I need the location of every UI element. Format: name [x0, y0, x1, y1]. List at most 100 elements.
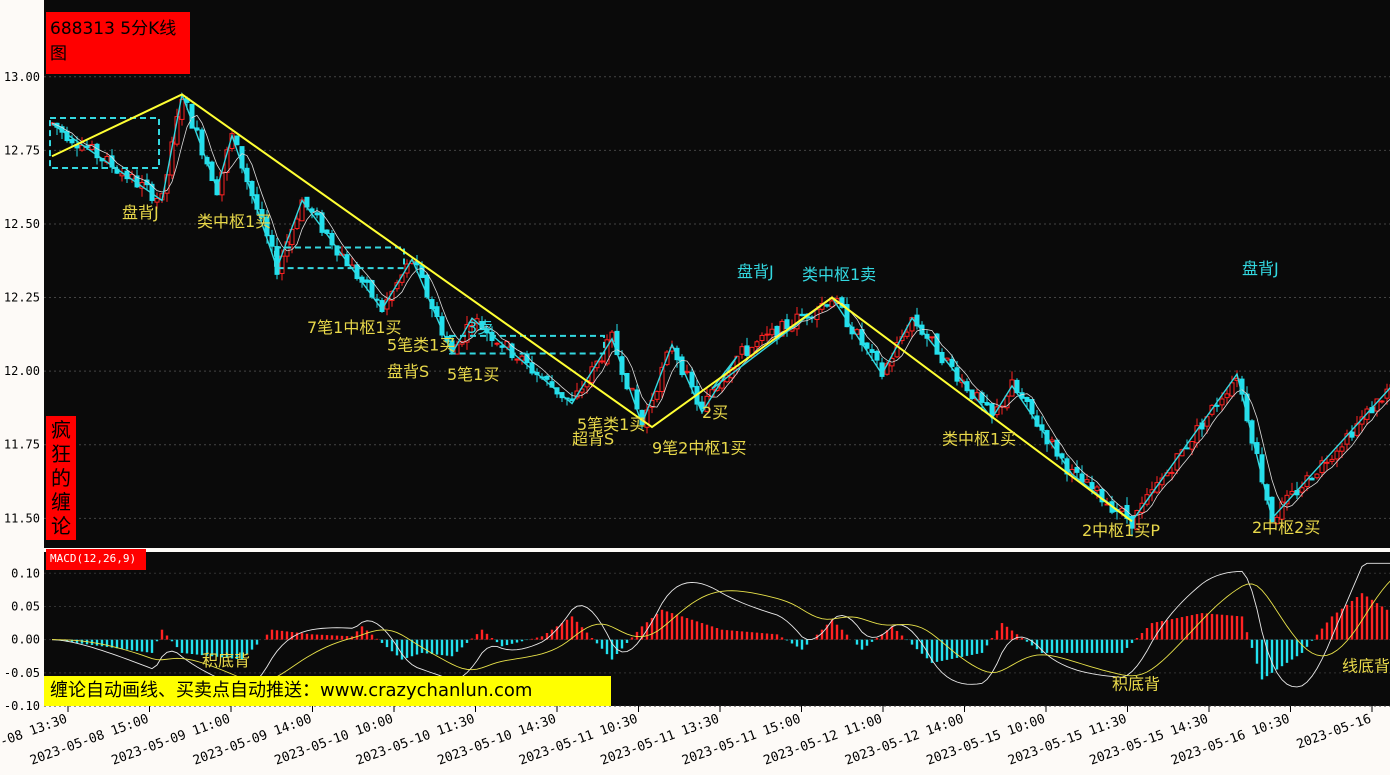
candle-body: [1314, 473, 1320, 479]
kline-chart-screen: { "header": {"title": "688313 5分K线图"}, "…: [0, 0, 1390, 775]
candle-body: [829, 300, 835, 308]
y-tick-label: 11.75: [4, 438, 40, 452]
macd-annotation: 积底背: [202, 651, 250, 670]
candle-body: [1049, 439, 1055, 443]
candle-body: [314, 212, 320, 216]
candle-body: [499, 345, 505, 348]
candle-body: [989, 403, 995, 417]
candle-body: [274, 246, 280, 275]
candle-body: [234, 135, 240, 146]
signal-annotation: 9笔2中枢1买: [652, 439, 747, 458]
macd-label: MACD(12,26,9): [50, 552, 137, 565]
candle-body: [739, 346, 745, 355]
candle-body: [684, 370, 690, 374]
y-tick-label: 13.00: [4, 70, 40, 84]
candle-body: [824, 304, 830, 307]
candle-body: [1379, 400, 1385, 403]
candle-body: [1329, 458, 1335, 462]
candle-body: [514, 358, 520, 361]
candle-body: [544, 375, 550, 380]
candle-body: [1024, 396, 1030, 402]
y-tick-label: 12.50: [4, 217, 40, 231]
candle-body: [1349, 431, 1355, 438]
candle-body: [754, 341, 760, 348]
macd-annotation: 积底背: [1112, 674, 1160, 693]
signal-annotation: 5笔1买: [447, 365, 499, 384]
side-char: 缠: [51, 490, 71, 514]
signal-annotation: 2买: [702, 403, 728, 422]
candle-body: [654, 391, 660, 400]
candle-body: [1229, 382, 1235, 397]
candle-body: [1029, 399, 1035, 415]
candle-body: [689, 371, 695, 388]
side-label-box: 疯 狂 的 缠 论: [46, 416, 76, 540]
macd-label-box: MACD(12,26,9): [46, 549, 146, 570]
candle-body: [784, 319, 790, 330]
side-char: 论: [51, 514, 71, 538]
candle-body: [1094, 486, 1100, 492]
candle-body: [1074, 466, 1080, 473]
macd-y-tick-label: 0.10: [11, 566, 40, 580]
signal-annotation: 盘背S: [387, 362, 429, 381]
macd-y-tick-label: -0.05: [4, 666, 40, 680]
candle-body: [864, 342, 870, 349]
macd-y-tick-label: 0.00: [11, 633, 40, 647]
candle-body: [1334, 450, 1340, 460]
macd-y-tick-label: 0.05: [11, 599, 40, 613]
y-tick-label: 11.50: [4, 511, 40, 525]
candle-body: [269, 234, 275, 247]
candle-body: [1224, 393, 1230, 399]
chart-svg: 13.00 12.75 12.50 12.25 12.00 11.75 11.50 0.10 0…: [0, 0, 1390, 775]
signal-annotation: 2中枢2买: [1252, 518, 1320, 537]
candle-body: [1184, 447, 1190, 450]
candle-body: [1189, 441, 1195, 450]
signal-annotation: 类中枢1卖: [802, 265, 876, 284]
y-tick-label: 12.00: [4, 364, 40, 378]
candle-body: [1339, 446, 1345, 452]
candle-body: [984, 402, 990, 406]
signal-annotation: 7笔1中枢1买: [307, 318, 402, 337]
candle-body: [1084, 479, 1090, 483]
candle-body: [764, 333, 770, 336]
signal-annotation: 盘背J: [1242, 259, 1279, 278]
chart-title: 688313 5分K线图: [50, 19, 177, 64]
side-char: 疯: [51, 418, 71, 442]
macd-annotation: 线底背: [1342, 656, 1390, 675]
side-char: 狂: [51, 442, 71, 466]
signal-annotation: 盘背J: [122, 203, 159, 222]
candle-body: [1169, 471, 1175, 474]
candle-body: [599, 360, 605, 363]
signal-annotation: 盘背J: [737, 262, 774, 281]
signal-annotation: 3卖: [467, 318, 493, 337]
candle-body: [154, 197, 160, 203]
y-tick-label: 12.25: [4, 291, 40, 305]
candle-body: [1324, 461, 1330, 464]
candle-body: [364, 279, 370, 283]
candle-body: [799, 313, 805, 317]
candle-body: [874, 350, 880, 361]
candle-body: [419, 264, 425, 278]
candle-body: [929, 336, 935, 339]
candle-body: [1309, 477, 1315, 481]
candle-body: [1089, 482, 1095, 490]
signal-annotation: 超背S: [572, 430, 614, 449]
candle-body: [744, 345, 750, 356]
chart-title-box: 688313 5分K线图: [46, 12, 190, 74]
candle-body: [1219, 398, 1225, 406]
candle-body: [294, 218, 300, 229]
candle-body: [904, 331, 910, 337]
signal-annotation: 类中枢1买: [197, 212, 271, 231]
signal-annotation: 2中枢1买P: [1082, 521, 1160, 540]
candle-body: [769, 328, 775, 336]
candle-body: [69, 139, 75, 144]
candle-body: [494, 342, 500, 345]
signal-annotation: 类中枢1买: [942, 430, 1016, 449]
candle-body: [1214, 404, 1220, 407]
side-char: 的: [51, 466, 71, 490]
signal-annotation: 5笔类1买: [387, 336, 455, 355]
candle-body: [869, 349, 875, 353]
promo-banner[interactable]: 缠论自动画线、买卖点自动推送：www.crazychanlun.com: [44, 676, 611, 706]
candle-body: [1299, 487, 1305, 493]
kline-panel: [44, 0, 1390, 548]
candle-body: [759, 334, 765, 341]
